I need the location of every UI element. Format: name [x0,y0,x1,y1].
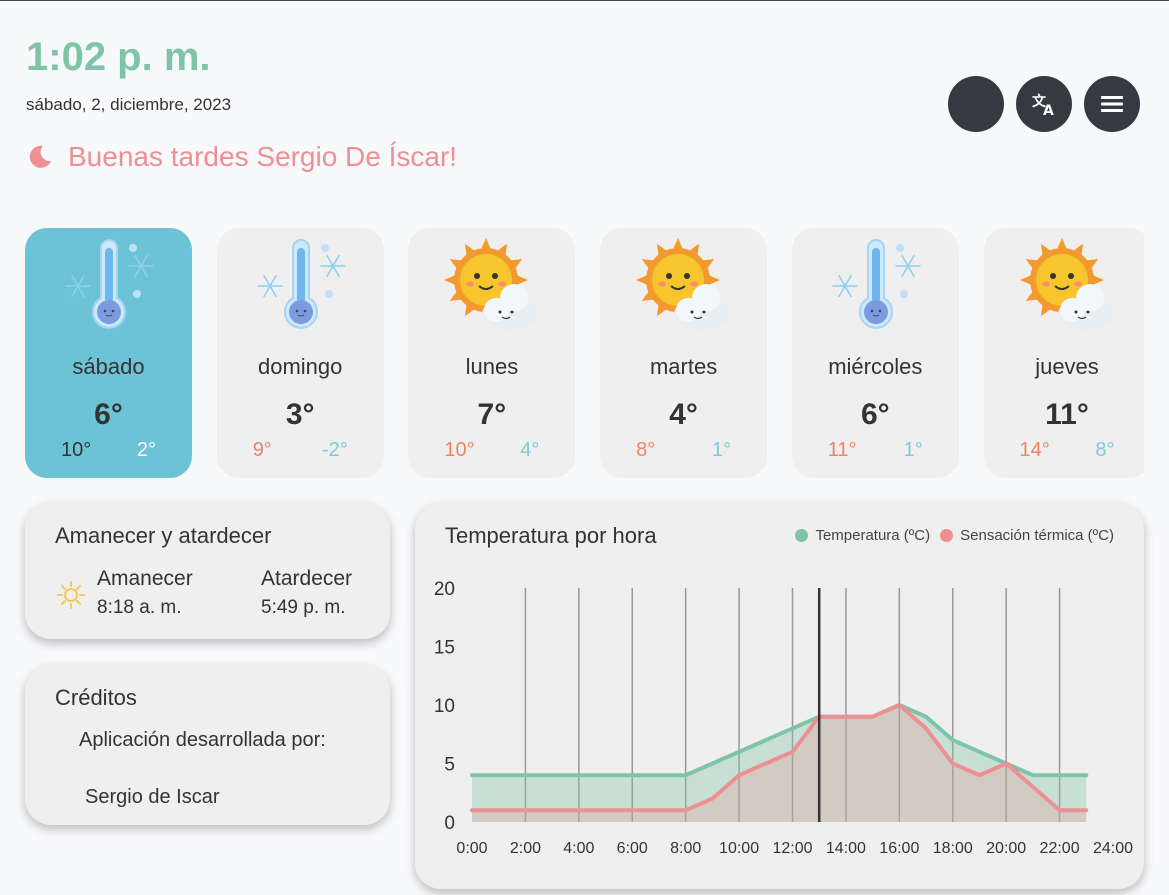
sunset-item: Atardecer 5:49 p. m. [219,567,352,619]
sunrise-label: Amanecer [97,567,193,590]
sun-icon [57,581,85,609]
credits-panel: Créditos Aplicación desarrollada por: Se… [25,665,390,825]
moon-icon [29,145,51,168]
day-temperature: 6° [94,398,123,431]
day-name: jueves [1035,354,1099,379]
day-card[interactable]: sábado 6° 10° 2° [25,228,192,478]
sun-cloud-icon [444,238,539,330]
x-tick-label: 24:00 [1093,840,1133,857]
day-min-temperature: 4° [520,439,540,461]
forecast-days: sábado 6° 10° 2° domingo 3° 9° -2° lunes 7° 10° 4° m… [25,228,1144,478]
greeting-text: Buenas tardes Sergio De Íscar! [68,141,458,172]
day-card[interactable]: lunes 7° 10° 4° [408,228,576,478]
current-time: 1:02 p. m. [26,35,211,79]
current-date: sábado, 2, diciembre, 2023 [26,95,232,114]
x-tick-label: 10:00 [719,840,759,857]
temperature-chart[interactable]: 0 5 10 15 20 0:00 2:00 4:00 6:00 8:00 10:00 12:00 14… [415,503,1144,889]
day-card[interactable]: jueves 11° 14° 8° [983,228,1144,478]
day-min-temperature: 8° [1095,439,1115,461]
y-tick-label: 0 [444,813,455,834]
day-name: sábado [72,354,145,379]
credits-title: Créditos [55,685,137,710]
day-temperature: 7° [477,398,507,431]
sunset-time: 5:49 p. m. [261,597,346,618]
day-max-temperature: 10° [61,439,92,461]
y-tick-label: 10 [434,696,455,717]
sunrise-time: 8:18 a. m. [97,597,182,618]
theme-toggle-button[interactable] [948,76,1004,132]
day-card[interactable]: domingo 3° 9° -2° [216,228,384,478]
x-tick-label: 6:00 [617,840,648,857]
menu-button[interactable] [1084,76,1140,132]
day-temperature: 11° [1045,398,1089,431]
x-tick-label: 2:00 [510,840,541,857]
x-tick-label: 0:00 [456,840,487,857]
day-max-temperature: 9° [252,439,272,461]
day-max-temperature: 11° [827,439,857,461]
cold-thermometer-icon [65,239,154,329]
sun-cloud-icon [1019,238,1114,330]
credits-text: Aplicación desarrollada por: [79,729,326,751]
cold-thermometer-icon [256,239,346,329]
hourly-temperature-panel: Temperatura por hora Temperatura (ºC) Se… [415,503,1144,889]
day-min-temperature: 2° [136,439,156,461]
day-min-temperature: 1° [711,439,732,461]
day-temperature: 4° [669,398,698,431]
sun-cloud-icon [636,238,731,330]
day-min-temperature: 1° [903,439,923,461]
cold-thermometer-icon [831,239,921,329]
x-tick-label: 22:00 [1040,840,1080,857]
x-tick-label: 4:00 [563,840,594,857]
day-max-temperature: 10° [444,439,475,461]
day-temperature: 6° [860,398,890,431]
day-max-temperature: 8° [636,439,656,461]
day-max-temperature: 14° [1019,439,1050,461]
sunrise-item: Amanecer 8:18 a. m. [55,567,193,619]
translate-button[interactable]: 文 A [1016,76,1072,132]
svg-text:A: A [1043,103,1054,119]
menu-icon [1101,96,1123,112]
day-card[interactable]: miércoles 6° 11° 1° [791,228,959,478]
sunrise-sunset-panel: Amanecer y atardecer Amanecer 8:18 a. m.… [25,503,390,639]
x-tick-label: 12:00 [772,840,812,857]
moon-icon [967,93,978,115]
day-name: domingo [257,354,343,379]
day-name: martes [649,354,718,379]
x-tick-label: 20:00 [986,840,1026,857]
x-tick-label: 8:00 [670,840,701,857]
day-name: miércoles [828,354,923,379]
translate-icon: 文 A [1032,93,1054,119]
greeting: Buenas tardes Sergio De Íscar! [26,141,457,173]
crescent-moon-icon [227,583,239,607]
credits-author: Sergio de Iscar [85,786,220,808]
day-temperature: 3° [285,398,315,431]
y-tick-label: 20 [434,579,455,600]
x-tick-label: 18:00 [933,840,973,857]
y-tick-label: 15 [434,638,455,659]
sunrise-sunset-title: Amanecer y atardecer [55,523,272,548]
day-min-temperature: -2° [321,439,348,461]
sunset-label: Atardecer [261,567,353,590]
x-tick-label: 14:00 [826,840,866,857]
top-toolbar: 文 A [948,76,1140,132]
day-card[interactable]: martes 4° 8° 1° [600,228,768,478]
day-name: lunes [465,354,519,379]
y-tick-label: 5 [444,755,455,776]
x-tick-label: 16:00 [879,840,919,857]
